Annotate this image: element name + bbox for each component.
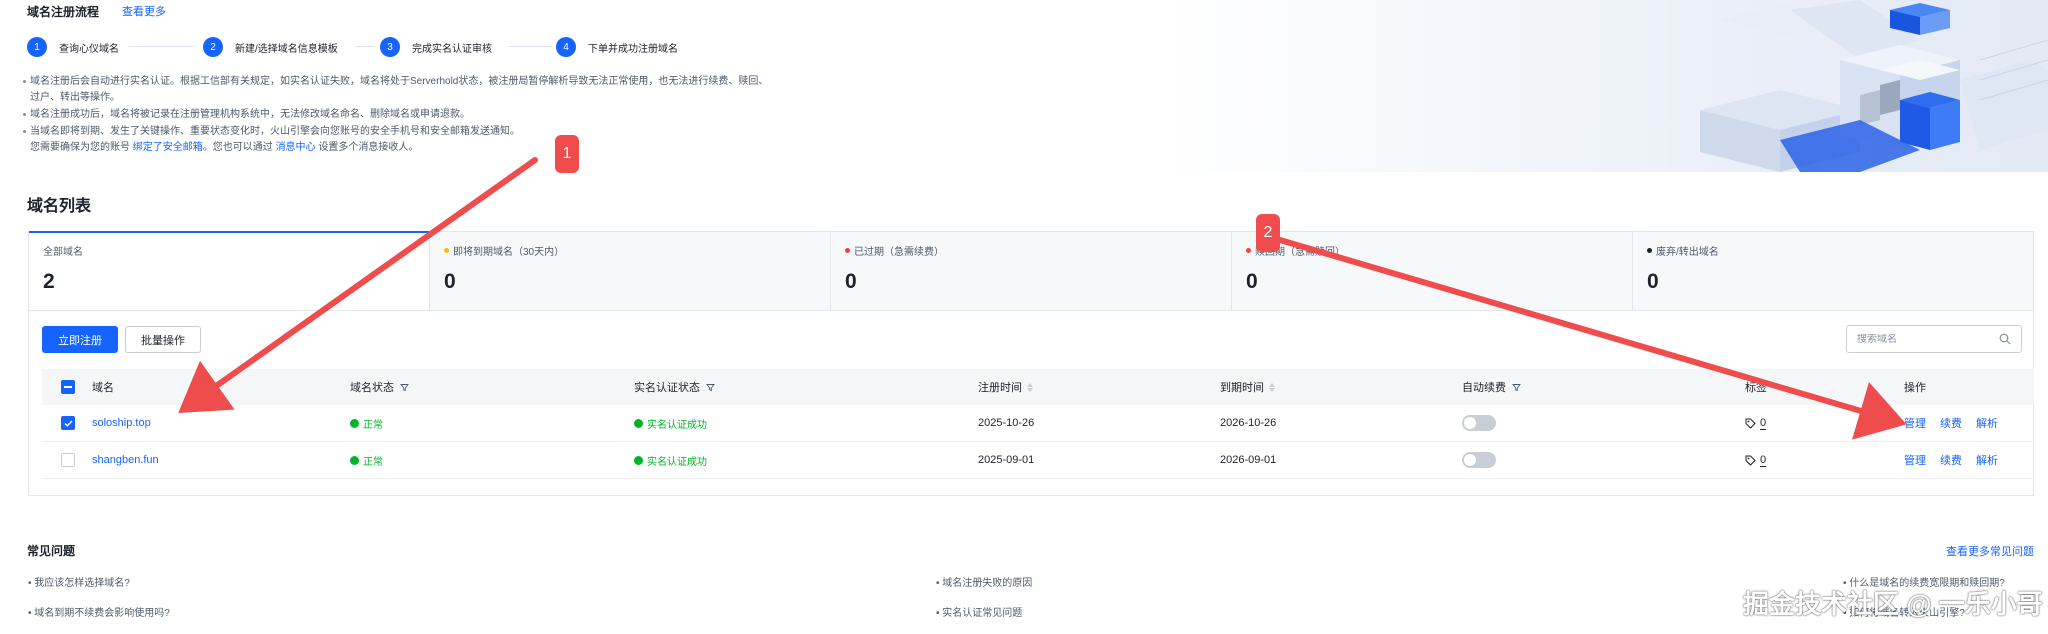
annotation-marker-1: 1 [555,135,579,173]
annotation-marker-2: 2 [1256,214,1280,252]
arrow-to-manage [1277,237,1907,440]
watermark: 掘金技术社区 @ 一乐小哥 [1743,589,2043,619]
annotation-arrows [178,157,1907,440]
arrow-to-domain [178,157,538,413]
